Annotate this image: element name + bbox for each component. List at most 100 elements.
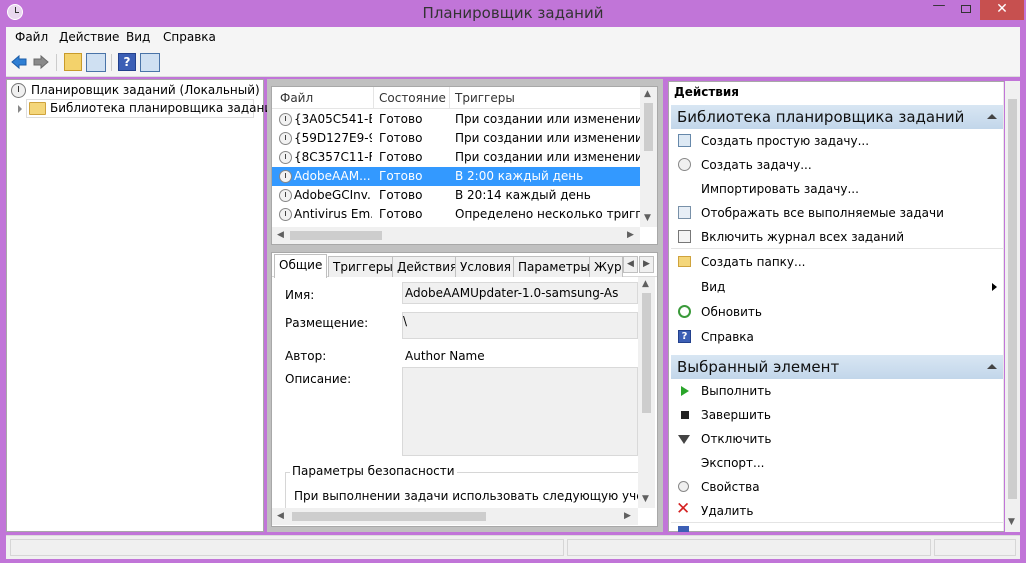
column-triggers[interactable]: Триггеры: [455, 91, 515, 105]
actions-vscrollbar[interactable]: ▼: [1005, 81, 1020, 532]
action-create-basic-task[interactable]: Создать простую задачу...: [671, 129, 1003, 153]
collapse-icon[interactable]: [987, 364, 997, 369]
task-name: Antivirus Em...: [294, 207, 372, 221]
action-disable[interactable]: Отключить: [671, 427, 1003, 451]
scroll-right-icon[interactable]: ▶: [624, 511, 631, 521]
actions-edge: [1003, 82, 1004, 531]
scroll-down-icon[interactable]: ▼: [642, 494, 649, 504]
refresh-icon: [678, 305, 691, 318]
tree-library[interactable]: Библиотека планировщика заданий: [50, 101, 280, 115]
action-help[interactable]: ? Справка: [671, 325, 1003, 349]
help-icon: ?: [678, 330, 691, 343]
task-list-vscrollbar[interactable]: ▲ ▼: [640, 87, 657, 227]
task-list-header: Файл Состояние Триггеры: [272, 87, 640, 109]
action-delete[interactable]: ✕ Удалить: [671, 499, 1003, 523]
action-refresh[interactable]: Обновить: [671, 300, 1003, 324]
security-label: Параметры безопасности: [290, 464, 457, 478]
clock-icon: [279, 151, 292, 164]
detail-tabs: Общие Триггеры Действия Условия Параметр…: [272, 253, 657, 278]
show-console-tree-button[interactable]: [86, 53, 106, 72]
tab-conditions[interactable]: Условия: [455, 256, 517, 277]
task-name: {8C357C11-F...: [294, 150, 372, 164]
task-status: Готово: [379, 207, 423, 221]
action-label: Выполнить: [701, 384, 772, 398]
clock-icon: [11, 83, 26, 98]
scroll-thumb[interactable]: [292, 512, 486, 521]
menu-help[interactable]: Справка: [163, 30, 216, 44]
help-button[interactable]: ?: [118, 53, 136, 71]
action-label: Экспорт...: [701, 456, 765, 470]
collapse-icon[interactable]: [987, 114, 997, 119]
tab-general[interactable]: Общие: [274, 254, 328, 278]
tree-root[interactable]: Планировщик заданий (Локальный): [31, 83, 260, 97]
action-export[interactable]: Экспорт...: [671, 451, 1003, 475]
action-import-task[interactable]: Импортировать задачу...: [671, 177, 1003, 201]
properties-icon: [678, 481, 689, 492]
actions-pane: Действия Библиотека планировщика заданий…: [668, 81, 1004, 532]
scroll-right-icon[interactable]: ▶: [627, 230, 634, 240]
back-arrow-icon: [11, 54, 27, 70]
details-vscrollbar[interactable]: ▲ ▼: [638, 277, 655, 508]
scroll-left-icon[interactable]: ◀: [277, 511, 284, 521]
expand-arrow-icon[interactable]: [18, 105, 22, 113]
column-status[interactable]: Состояние: [379, 91, 446, 105]
action-end[interactable]: Завершить: [671, 403, 1003, 427]
column-file[interactable]: Файл: [280, 91, 313, 105]
action-label: Вид: [701, 280, 726, 294]
menu-view[interactable]: Вид: [126, 30, 150, 44]
location-field[interactable]: [402, 312, 638, 339]
tab-triggers[interactable]: Триггеры: [328, 256, 398, 277]
description-field[interactable]: [402, 367, 638, 456]
tab-settings[interactable]: Параметры: [513, 256, 595, 277]
task-trigger: В 2:00 каждый день: [455, 169, 584, 183]
table-row[interactable]: {59D127E9-9... Готово При создании или и…: [272, 129, 640, 148]
table-row[interactable]: Antivirus Em... Готово Определено нескол…: [272, 205, 640, 224]
forward-button[interactable]: [32, 53, 50, 71]
menu-action[interactable]: Действие: [59, 30, 119, 44]
details-hscrollbar[interactable]: ◀ ▶: [272, 508, 638, 525]
action-label: Включить журнал всех заданий: [701, 230, 905, 244]
scroll-up-icon[interactable]: ▲: [642, 279, 649, 289]
action-label: Справка: [701, 330, 754, 344]
action-new-folder[interactable]: Создать папку...: [671, 250, 1003, 274]
minimize-button[interactable]: —: [929, 0, 949, 18]
scroll-down-icon[interactable]: ▼: [1008, 517, 1015, 527]
back-button[interactable]: [10, 53, 28, 71]
scroll-thumb[interactable]: [290, 231, 382, 240]
task-list-hscrollbar[interactable]: ◀ ▶: [272, 227, 640, 244]
tab-scroll-right-icon[interactable]: ▶: [639, 256, 654, 273]
status-segment: [934, 539, 1016, 556]
section-library[interactable]: Библиотека планировщика заданий: [671, 105, 1003, 129]
tab-actions[interactable]: Действия: [392, 256, 463, 277]
tab-scroll-left-icon[interactable]: ◀: [623, 256, 638, 273]
close-button[interactable]: ✕: [980, 0, 1024, 20]
scroll-thumb[interactable]: [1008, 99, 1017, 499]
up-folder-button[interactable]: [64, 53, 82, 71]
menu-file[interactable]: Файл: [15, 30, 48, 44]
table-row[interactable]: {3A05C541-E... Готово При создании или и…: [272, 110, 640, 129]
maximize-button[interactable]: [956, 0, 976, 20]
action-create-task[interactable]: Создать задачу...: [671, 153, 1003, 177]
action-view[interactable]: Вид: [671, 275, 1003, 299]
action-enable-history[interactable]: Включить журнал всех заданий: [671, 225, 1003, 249]
description-label: Описание:: [285, 372, 352, 386]
scroll-thumb[interactable]: [644, 103, 653, 151]
scroll-up-icon[interactable]: ▲: [644, 89, 651, 99]
scroll-down-icon[interactable]: ▼: [644, 213, 651, 223]
scroll-left-icon[interactable]: ◀: [277, 230, 284, 240]
tab-history[interactable]: Журн: [589, 256, 623, 277]
show-action-pane-button[interactable]: [140, 53, 160, 72]
action-run[interactable]: Выполнить: [671, 379, 1003, 403]
table-row[interactable]: {8C357C11-F... Готово При создании или и…: [272, 148, 640, 167]
task-name: {59D127E9-9...: [294, 131, 372, 145]
table-row-selected[interactable]: AdobeAAM... Готово В 2:00 каждый день: [272, 167, 640, 186]
stop-icon: [681, 411, 689, 419]
toolbar-separator: [111, 54, 112, 71]
clock-icon: [279, 113, 292, 126]
action-properties[interactable]: Свойства: [671, 475, 1003, 499]
table-row[interactable]: AdobeGCInv... Готово В 20:14 каждый день: [272, 186, 640, 205]
action-show-running[interactable]: Отображать все выполняемые задачи: [671, 201, 1003, 225]
section-selected-item[interactable]: Выбранный элемент: [671, 355, 1003, 379]
scroll-thumb[interactable]: [642, 293, 651, 413]
clock-icon: [279, 208, 292, 221]
